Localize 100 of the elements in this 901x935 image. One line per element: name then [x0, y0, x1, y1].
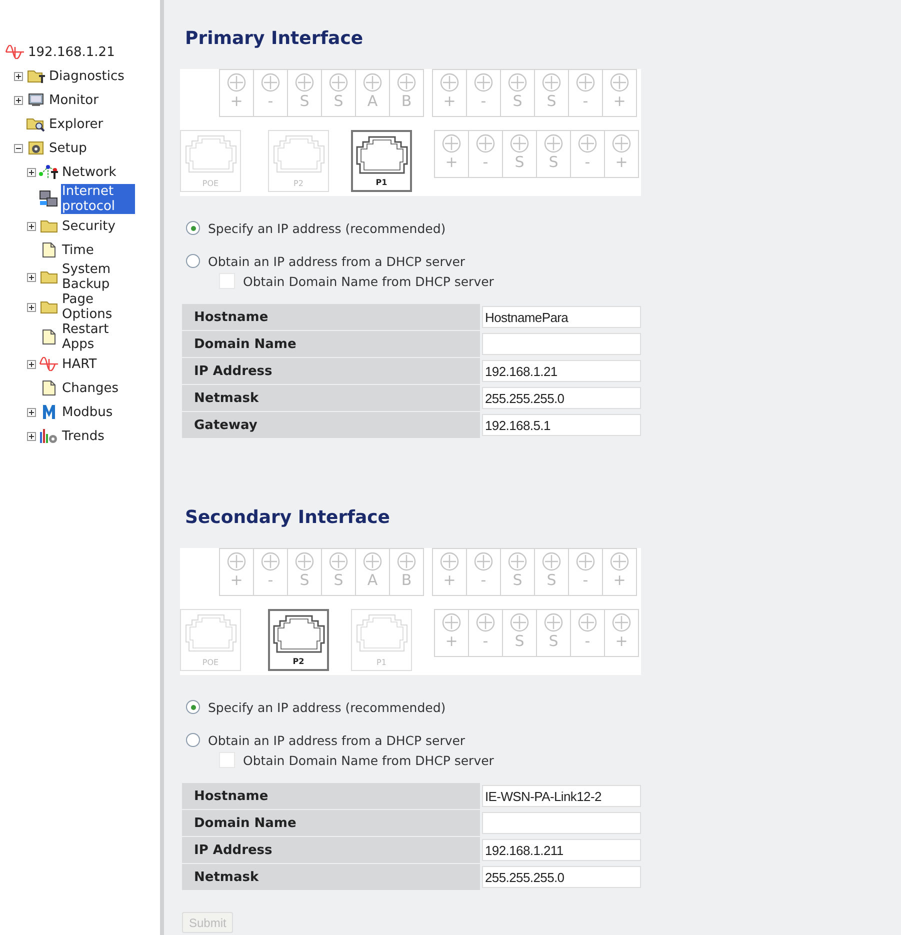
input-field[interactable] [482, 812, 641, 834]
expand-icon[interactable] [27, 302, 36, 312]
input-field[interactable]: 192.168.1.211 [482, 839, 641, 861]
checkbox[interactable] [219, 273, 235, 289]
screw-icon [329, 73, 348, 92]
field-label: Hostname [182, 783, 482, 809]
expand-icon[interactable] [14, 96, 23, 104]
tree-item[interactable]: Time [61, 242, 95, 258]
expand-icon[interactable] [27, 272, 36, 282]
expand-icon[interactable] [27, 222, 36, 230]
terminal-label: + [615, 153, 628, 171]
option-label: Specify an IP address (recommended) [208, 700, 446, 714]
input-field[interactable]: 255.255.255.0 [482, 387, 641, 409]
screw-icon [474, 552, 493, 571]
tree-item[interactable]: 192.168.1.21 [27, 44, 116, 60]
field-label: Domain Name [182, 810, 482, 836]
expand-icon[interactable] [27, 408, 36, 416]
page-icon [42, 380, 56, 396]
terminal-label: + [443, 571, 456, 589]
terminal-label: - [482, 153, 488, 171]
terminal-label: A [367, 92, 378, 110]
terminal-label: + [613, 92, 626, 110]
input-field[interactable]: 255.255.255.0 [482, 866, 641, 888]
screw-icon [576, 73, 595, 92]
tree-item[interactable]: Internet protocol [61, 184, 135, 214]
terminal-label: - [480, 571, 486, 589]
folder-icon [40, 300, 58, 314]
screw-icon [508, 552, 527, 571]
screw-icon [397, 552, 416, 571]
screw-icon [510, 613, 529, 632]
tree-item[interactable]: Modbus [61, 404, 114, 420]
field-label: Gateway [182, 412, 482, 438]
screw-icon [397, 73, 416, 92]
terminal-label: S [512, 92, 522, 110]
port-label: P1 [376, 658, 386, 667]
input-field[interactable]: HostnamePara [482, 306, 641, 328]
settings-icon [28, 140, 44, 156]
terminal-label: - [582, 571, 588, 589]
input-field[interactable]: 192.168.5.1 [482, 414, 641, 436]
screw-icon [612, 134, 631, 153]
tree-item[interactable]: Page Options [61, 292, 135, 322]
tree-item[interactable]: Diagnostics [48, 68, 126, 84]
screw-icon [295, 552, 314, 571]
tree-item[interactable]: Restart Apps [61, 322, 135, 352]
terminal-label: - [584, 153, 590, 171]
expand-icon[interactable] [27, 168, 36, 176]
screw-icon [610, 552, 629, 571]
expand-icon[interactable] [27, 432, 36, 440]
checkbox[interactable] [219, 752, 235, 768]
tree-item[interactable]: System Backup [61, 262, 135, 292]
port-label: POE [202, 179, 219, 188]
field-label: Hostname [182, 304, 482, 330]
tree-item[interactable]: Security [61, 218, 116, 234]
field-label: Netmask [182, 864, 482, 890]
terminal-label: + [230, 92, 243, 110]
screw-icon [295, 73, 314, 92]
screw-icon [610, 73, 629, 92]
folder-icon [40, 219, 58, 233]
terminal-label: S [514, 632, 524, 650]
input-field[interactable]: 192.168.1.21 [482, 360, 641, 382]
radio-button[interactable] [186, 700, 200, 714]
radio-button[interactable] [186, 733, 200, 747]
screw-icon [578, 134, 597, 153]
port-label: POE [202, 658, 219, 667]
terminal-label: S [546, 571, 556, 589]
screw-icon [261, 73, 280, 92]
wave-icon [39, 357, 59, 371]
bar-chart-icon [39, 428, 59, 444]
terminal-label: S [514, 153, 524, 171]
collapse-icon[interactable] [14, 144, 23, 152]
monitor-icon [28, 93, 44, 107]
radio-button[interactable] [186, 221, 200, 235]
screw-icon [442, 134, 461, 153]
tree-item[interactable]: Explorer [48, 116, 104, 132]
terminal-label: - [482, 632, 488, 650]
tree-item[interactable]: Network [61, 164, 118, 180]
section-title: Primary Interface [185, 28, 364, 49]
tree-item[interactable]: Setup [48, 140, 88, 156]
field-label: Domain Name [182, 331, 482, 357]
checkbox-label: Obtain Domain Name from DHCP server [243, 274, 494, 288]
terminal-label: S [300, 92, 310, 110]
terminal-label: S [548, 153, 558, 171]
input-field[interactable]: IE-WSN-PA-Link12-2 [482, 785, 641, 807]
tree-item[interactable]: HART [61, 356, 98, 372]
ethernet-port-icon [184, 613, 238, 653]
tree-item[interactable]: Monitor [48, 92, 100, 108]
folder-icon [26, 69, 46, 83]
terminal-label: S [546, 92, 556, 110]
radio-button[interactable] [186, 254, 200, 268]
terminal-label: B [401, 571, 412, 589]
expand-icon[interactable] [14, 72, 23, 80]
screw-icon [363, 552, 382, 571]
input-field[interactable] [482, 333, 641, 355]
terminal-label: A [367, 571, 378, 589]
expand-icon[interactable] [27, 360, 36, 368]
tree-item[interactable]: Trends [61, 428, 106, 444]
option-label: Obtain an IP address from a DHCP server [208, 732, 466, 748]
wave-icon [5, 45, 25, 59]
screw-icon [576, 552, 595, 571]
tree-item[interactable]: Changes [61, 380, 120, 396]
